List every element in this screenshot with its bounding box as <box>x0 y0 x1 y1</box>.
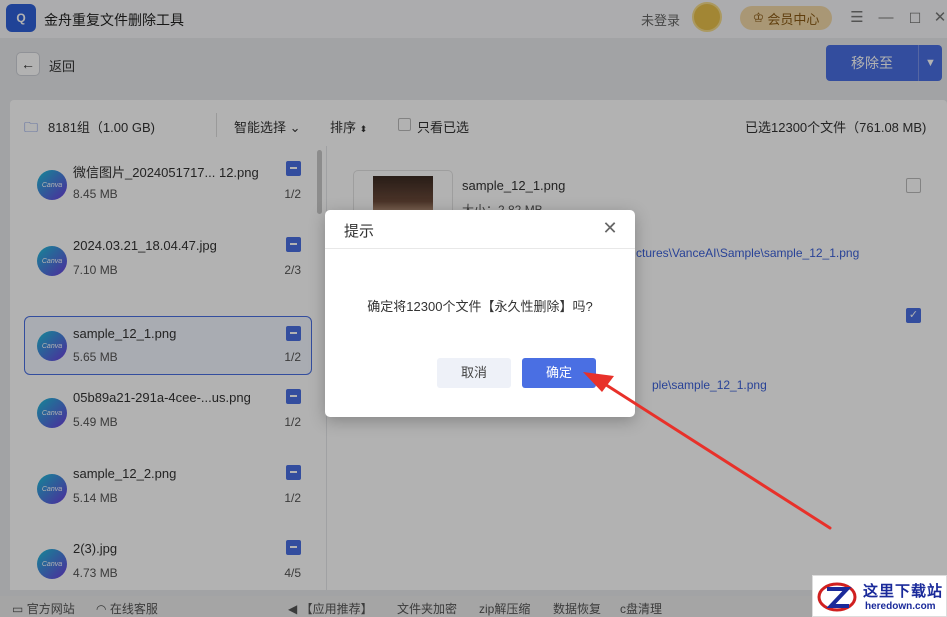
dialog-message: 确定将12300个文件【永久性删除】吗? <box>367 299 593 314</box>
dialog-divider <box>325 248 635 249</box>
cancel-button[interactable]: 取消 <box>437 358 511 388</box>
watermark: 这里下载站 heredown.com <box>812 575 947 617</box>
close-icon[interactable]: ✕ <box>599 218 621 239</box>
watermark-title: 这里下载站 <box>863 582 944 600</box>
watermark-logo-icon <box>817 582 857 612</box>
confirm-dialog: 提示 ✕ 确定将12300个文件【永久性删除】吗? 取消 确定 <box>325 210 635 417</box>
watermark-domain: heredown.com <box>865 601 936 612</box>
confirm-button[interactable]: 确定 <box>522 358 596 388</box>
dialog-title: 提示 <box>344 223 375 240</box>
